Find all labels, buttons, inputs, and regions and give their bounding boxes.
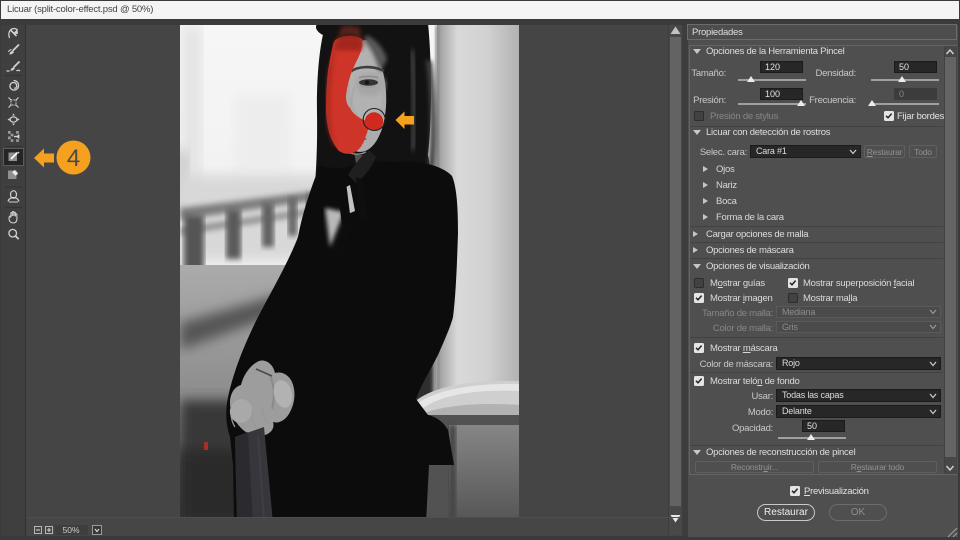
svg-text:4: 4	[67, 145, 80, 172]
